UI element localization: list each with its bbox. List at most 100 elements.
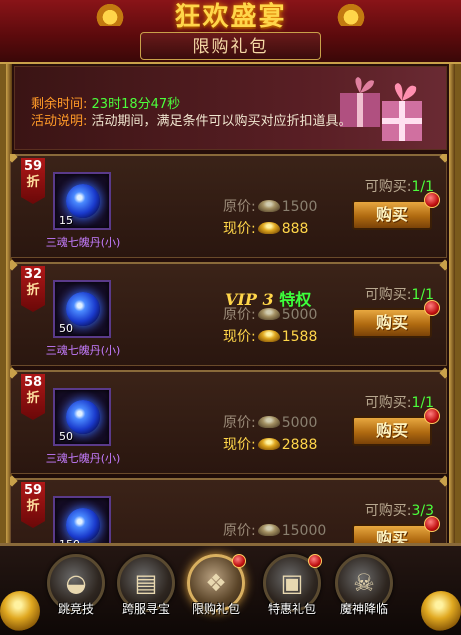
nav-label: 特惠礼包 <box>267 602 316 616</box>
notification-dot-icon <box>308 554 322 568</box>
notification-dot-icon <box>424 300 440 316</box>
buy-button-label: 购买 <box>375 421 408 440</box>
original-price-value: 15000 <box>281 523 327 539</box>
buy-button-label: 购买 <box>375 313 408 332</box>
original-price: 原价: 15000 <box>223 520 326 540</box>
notification-dot-icon <box>424 516 440 532</box>
nav-item-demon-descent[interactable]: ☠ 魔神降临 <box>328 554 400 617</box>
current-price-label: 现价: <box>223 437 256 453</box>
package-item: 59 折 150 原价: 15000 可购买:3/3 购买 <box>10 478 447 543</box>
original-price-label: 原价: <box>223 415 256 431</box>
original-price: 原价: 1500 <box>223 196 317 216</box>
gift-box-icon <box>340 77 422 141</box>
item-quantity: 50 <box>59 430 73 443</box>
item-slot[interactable]: 50 <box>53 280 111 338</box>
discount-value: 59 <box>23 483 43 498</box>
nav-item-limited-package[interactable]: ❖ 限购礼包 <box>180 554 252 617</box>
discount-unit: 折 <box>26 499 40 514</box>
current-price-value: 2888 <box>281 437 318 453</box>
current-price-value: 1588 <box>281 329 318 345</box>
soul-pill-icon <box>66 184 100 218</box>
item-slot[interactable]: 50 <box>53 388 111 446</box>
discount-value: 59 <box>23 159 43 174</box>
original-price-value: 5000 <box>281 415 318 431</box>
ingot-icon <box>257 416 280 428</box>
soul-pill-icon <box>66 292 100 326</box>
buy-button[interactable]: 购买 <box>352 516 440 543</box>
banner-title: 狂欢盛宴 <box>174 2 287 32</box>
purchase-limit: 可购买:1/1 <box>365 176 434 196</box>
purchase-limit: 可购买:3/3 <box>365 500 434 520</box>
original-price-label: 原价: <box>223 199 256 215</box>
header-banner: 狂欢盛宴 限购礼包 <box>0 0 461 64</box>
item-name: 三魂七魄丹(小) <box>45 452 121 465</box>
nav-item-arena[interactable]: ◒ 跳竞技 <box>40 554 112 617</box>
discount-value: 32 <box>23 267 43 282</box>
current-price: 现价: 1588 <box>223 326 317 346</box>
nav-label: 限购礼包 <box>191 602 240 616</box>
item-quantity: 50 <box>59 322 73 335</box>
package-item: 59 折 15 三魂七魄丹(小) 原价: 1500 现价: 888 可购买:1/1 … <box>10 154 447 258</box>
activity-desc-value: 活动期间，满足条件可以购买对应折扣道具。 <box>91 114 352 129</box>
package-item: 58 折 50 三魂七魄丹(小) 原价: 5000 现价: 2888 可购买:1/1… <box>10 370 447 474</box>
original-price: 原价: 5000 <box>223 304 317 324</box>
discount-value: 58 <box>23 375 43 390</box>
nav-label: 跨服寻宝 <box>121 602 170 616</box>
notification-dot-icon <box>232 554 246 568</box>
item-slot[interactable]: 15 <box>53 172 111 230</box>
activity-desc-row: 活动说明: 活动期间，满足条件可以购买对应折扣道具。 <box>31 110 352 129</box>
original-price-value: 5000 <box>281 307 318 323</box>
gold-coin-icon <box>0 591 40 631</box>
nav-item-special-package[interactable]: ▣ 特惠礼包 <box>256 554 328 617</box>
original-price-label: 原价: <box>223 523 256 539</box>
package-list[interactable]: 59 折 15 三魂七魄丹(小) 原价: 1500 现价: 888 可购买:1/1 … <box>10 154 447 543</box>
discount-tag: 59 折 <box>21 482 45 528</box>
soul-pill-icon <box>66 508 100 542</box>
notification-dot-icon <box>424 192 440 208</box>
current-price: 现价: 888 <box>223 218 308 238</box>
current-price-value: 888 <box>281 221 309 237</box>
panel-title: 限购礼包 <box>140 32 321 60</box>
buy-button[interactable]: 购买 <box>352 192 440 230</box>
nav-item-cross-server-treasure[interactable]: ▤ 跨服寻宝 <box>110 554 182 617</box>
discount-tag: 32 折 <box>21 266 45 312</box>
ingot-icon <box>257 330 280 342</box>
ingot-icon <box>257 308 280 320</box>
purchase-limit-label: 可购买: <box>364 395 412 411</box>
discount-tag: 58 折 <box>21 374 45 420</box>
purchase-limit-label: 可购买: <box>364 503 412 519</box>
original-price: 原价: 5000 <box>223 412 317 432</box>
current-price: 现价: 2888 <box>223 434 317 454</box>
ingot-icon <box>257 438 280 450</box>
item-name: 三魂七魄丹(小) <box>45 344 121 357</box>
gold-coin-icon <box>421 591 461 631</box>
item-slot[interactable]: 150 <box>53 496 111 543</box>
purchase-limit-label: 可购买: <box>364 179 412 195</box>
current-price-label: 现价: <box>223 329 256 345</box>
package-item: 32 折 50 三魂七魄丹(小) VIP 3 特权 原价: 5000 现价: 158… <box>10 262 447 366</box>
discount-tag: 59 折 <box>21 158 45 204</box>
nav-label: 跳竞技 <box>57 602 94 616</box>
item-quantity: 15 <box>59 214 73 227</box>
discount-unit: 折 <box>26 283 40 298</box>
nav-label: 魔神降临 <box>339 602 388 616</box>
original-price-label: 原价: <box>223 307 256 323</box>
ingot-icon <box>257 200 280 212</box>
activity-info-panel: 剩余时间: 23时18分47秒 活动说明: 活动期间，满足条件可以购买对应折扣道… <box>14 66 447 150</box>
buy-button-label: 购买 <box>375 205 408 224</box>
purchase-limit: 可购买:1/1 <box>365 392 434 412</box>
item-name: 三魂七魄丹(小) <box>45 236 121 249</box>
discount-unit: 折 <box>26 175 40 190</box>
ingot-icon <box>257 524 280 536</box>
buy-button-label: 购买 <box>375 529 408 543</box>
current-price-label: 现价: <box>223 221 256 237</box>
original-price-value: 1500 <box>281 199 318 215</box>
soul-pill-icon <box>66 400 100 434</box>
bottom-nav-bar: ◒ 跳竞技 ▤ 跨服寻宝 ❖ 限购礼包 ▣ 特惠礼包 ☠ 魔神降临 <box>0 543 461 635</box>
discount-unit: 折 <box>26 391 40 406</box>
buy-button[interactable]: 购买 <box>352 300 440 338</box>
notification-dot-icon <box>424 408 440 424</box>
ingot-icon <box>257 222 280 234</box>
activity-desc-label: 活动说明: <box>31 114 88 129</box>
buy-button[interactable]: 购买 <box>352 408 440 446</box>
